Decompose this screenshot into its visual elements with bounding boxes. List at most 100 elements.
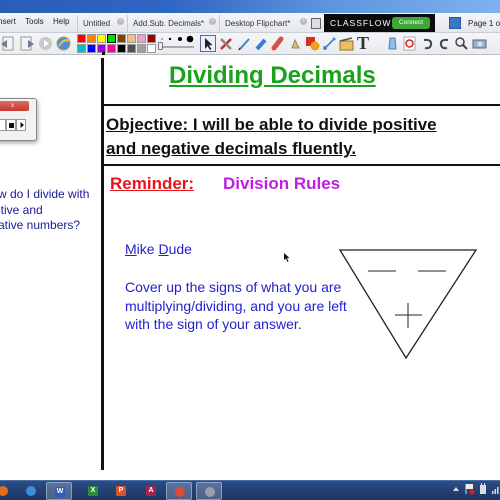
classflow-logo: CLASSFLOW	[330, 18, 392, 28]
question-line: ative numbers?	[0, 218, 81, 232]
highlighter-icon[interactable]	[254, 36, 269, 51]
network-signal-icon[interactable]	[492, 485, 500, 494]
objective-text: Objective: I will be able to divide posi…	[106, 113, 437, 161]
mnemonic-initial: M	[125, 241, 137, 257]
action-center-flag-icon[interactable]	[464, 483, 476, 495]
close-icon[interactable]: ×	[117, 18, 124, 25]
prev-page-icon[interactable]	[0, 36, 15, 51]
objective-line: and negative decimals fluently.	[106, 139, 357, 158]
tab-add-sub-decimals[interactable]: Add.Sub. Decimals*	[127, 15, 217, 32]
color-swatch[interactable]	[87, 44, 96, 53]
tab-desktop-flipchart[interactable]: Desktop Flipchart*	[219, 15, 311, 32]
color-swatch[interactable]	[117, 44, 126, 53]
tab-label: Add.Sub. Decimals*	[133, 19, 205, 28]
browser-icon[interactable]	[56, 36, 71, 51]
color-swatch[interactable]	[97, 34, 106, 43]
taskbar-app-network[interactable]	[18, 482, 44, 500]
menu-insert[interactable]: nsert	[0, 17, 16, 26]
tab-label: Untitled	[83, 19, 111, 28]
color-swatch[interactable]	[117, 34, 126, 43]
vertical-divider-line	[101, 58, 104, 470]
color-swatch[interactable]	[127, 44, 136, 53]
color-swatch[interactable]	[87, 34, 96, 43]
mnemonic-part: ike	[136, 241, 159, 257]
zoom-icon[interactable]	[454, 36, 469, 51]
close-button[interactable]: x	[0, 101, 29, 111]
pen-width-slider-thumb[interactable]	[158, 42, 163, 50]
taskbar-app-word[interactable]: W	[46, 482, 72, 500]
reminder-label: Reminder:	[110, 174, 195, 193]
objective-line: Objective: I will be able to divide posi…	[106, 115, 437, 134]
color-swatch[interactable]	[147, 34, 156, 43]
close-icon[interactable]: ×	[209, 18, 216, 25]
page-title: Dividing Decimals	[169, 62, 376, 89]
select-tool-button[interactable]	[200, 35, 216, 52]
color-swatch[interactable]	[127, 34, 136, 43]
taskbar-app-powerpoint[interactable]: P	[108, 482, 134, 500]
tray-expand-icon[interactable]	[452, 485, 460, 493]
excel-icon: X	[88, 486, 98, 496]
menu-tools[interactable]: Tools	[25, 17, 44, 26]
shape-icon[interactable]	[305, 36, 320, 51]
mnemonic-text: Mike Dude	[125, 241, 192, 257]
color-swatch[interactable]	[147, 44, 156, 53]
text-tool[interactable]: T	[357, 33, 369, 54]
powerpoint-icon: P	[116, 486, 126, 496]
guiding-question: w do I divide with itive and ative numbe…	[0, 187, 89, 234]
question-line: itive and	[0, 202, 43, 217]
cover-up-instructions: Cover up the signs of what you are multi…	[125, 279, 347, 332]
taskbar-app-activinspire[interactable]	[196, 482, 222, 500]
play-icon	[20, 122, 24, 128]
color-swatch[interactable]	[77, 44, 86, 53]
eraser-icon[interactable]	[271, 36, 286, 51]
activinspire-icon	[205, 487, 215, 497]
color-swatch[interactable]	[107, 44, 116, 53]
power-icon[interactable]	[478, 483, 488, 495]
pen-width-presets[interactable]	[160, 35, 195, 43]
chrome-icon	[175, 487, 185, 497]
color-swatch[interactable]	[137, 34, 146, 43]
clear-icon[interactable]	[385, 36, 400, 51]
window-title-bar	[0, 0, 500, 13]
firefox-icon	[0, 486, 8, 496]
color-palette	[77, 34, 156, 53]
taskbar-app-chrome[interactable]	[166, 482, 192, 500]
tab-label: Desktop Flipchart*	[225, 19, 291, 28]
floating-playback-window[interactable]: x	[0, 98, 37, 141]
taskbar-app-firefox[interactable]	[0, 482, 16, 500]
sign-rules-triangle	[338, 249, 478, 360]
pen-icon[interactable]	[237, 36, 252, 51]
connector-icon[interactable]	[322, 36, 337, 51]
play-icon[interactable]	[38, 36, 53, 51]
connect-button[interactable]: Connect	[392, 17, 430, 29]
camera-icon[interactable]	[472, 36, 487, 51]
next-page-icon[interactable]	[20, 36, 35, 51]
color-swatch[interactable]	[77, 34, 86, 43]
horizontal-divider-line	[103, 164, 500, 166]
stop-button[interactable]	[6, 119, 16, 131]
clapper-icon[interactable]	[339, 36, 354, 51]
windows-taskbar: WXPA	[0, 480, 500, 500]
fill-icon[interactable]	[288, 36, 303, 51]
flipchart-icon[interactable]	[311, 18, 321, 29]
horizontal-divider-line	[103, 104, 500, 106]
screen: nsert Tools Help Untitled × Add.Sub. Dec…	[0, 0, 500, 500]
undo-icon[interactable]	[420, 36, 435, 51]
mnemonic-part: ude	[168, 241, 192, 257]
network-icon	[26, 486, 36, 496]
color-swatch[interactable]	[137, 44, 146, 53]
page-browser-icon[interactable]	[449, 17, 461, 29]
taskbar-app-access[interactable]: A	[138, 482, 164, 500]
play-button[interactable]	[16, 119, 26, 131]
division-rules-heading: Division Rules	[223, 174, 341, 193]
redo-icon[interactable]	[437, 36, 452, 51]
reset-page-icon[interactable]	[402, 36, 417, 51]
close-icon[interactable]: ×	[300, 18, 307, 25]
pen-width-slider-track[interactable]	[158, 46, 194, 48]
word-icon: W	[55, 487, 65, 497]
color-swatch[interactable]	[107, 34, 116, 43]
menu-help[interactable]: Help	[53, 17, 69, 26]
tools-icon[interactable]	[219, 36, 234, 51]
taskbar-app-excel[interactable]: X	[80, 482, 106, 500]
mnemonic-initial: D	[158, 241, 169, 257]
